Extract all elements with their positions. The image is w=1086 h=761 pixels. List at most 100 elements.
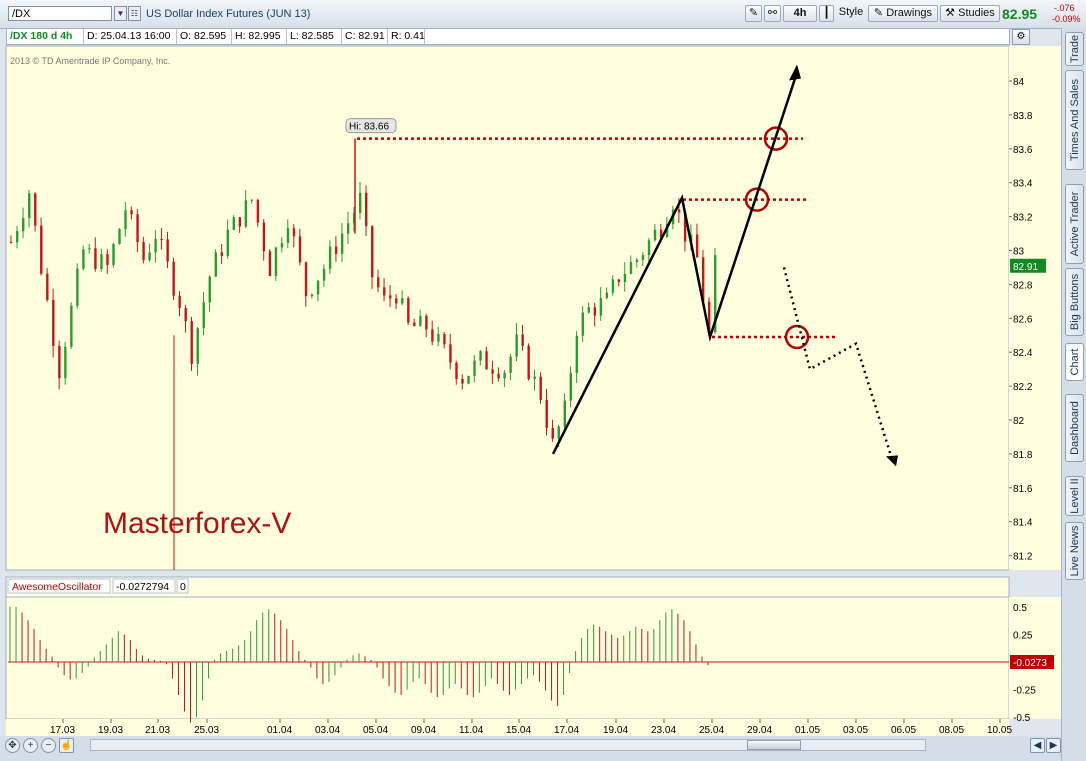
candle-body [238,217,242,227]
cursor-icon[interactable]: ☝ [59,738,74,753]
tab-live-news-label: Live News [1068,525,1081,577]
scroll-right-icon[interactable]: ▶ [1046,738,1061,753]
candle-body [473,360,476,376]
time-tick-label: 23.04 [651,725,676,736]
candle-body [214,252,217,277]
price-panel [5,45,1010,571]
price-tick-label: 83.8 [1013,111,1033,122]
time-tick-label: 25.03 [194,725,219,736]
candle-body [358,192,362,213]
candle-body [593,307,597,316]
candle-body [130,210,133,215]
scrollbar-thumb[interactable] [747,740,801,750]
candle-body [563,400,566,427]
candle-body [160,238,163,240]
price-chart[interactable]: AwesomeOscillator -0.0272794 0 2013 © TD… [0,0,1061,736]
candle-body [695,234,699,258]
candle-body [539,376,542,400]
tab-trade[interactable]: Trade [1065,32,1084,66]
candle-body [100,254,103,269]
candle-body [34,193,37,226]
price-tick-label: 84 [1013,77,1025,88]
candle-body [148,252,151,261]
candle-body [527,345,530,379]
candle-body [485,351,488,370]
candle-body [256,199,260,223]
candle-body [389,295,392,299]
candle-body [154,238,157,253]
candle-body [88,248,91,250]
price-tick-label: 81.2 [1013,552,1033,563]
time-tick-label: 17.04 [554,725,579,736]
candle-body [533,376,536,379]
candle-body [172,261,175,296]
candle-body [322,268,326,281]
tab-trade-label: Trade [1068,34,1081,64]
zoom-out-icon[interactable]: − [41,738,56,753]
candle-body [232,217,236,230]
candle-body [425,315,428,330]
price-tick-label: 82.6 [1013,314,1033,325]
candle-body [328,246,332,269]
tab-dashboard[interactable]: Dashboard [1065,394,1084,462]
price-tick-label: 81.4 [1013,518,1033,529]
candle-body [280,242,284,248]
candle-body [196,328,199,364]
candle-body [136,214,139,243]
price-tick-label: 82.4 [1013,348,1033,359]
candle-body [383,287,386,296]
candle-body [184,308,187,322]
tab-level-ii[interactable]: Level II [1065,476,1084,516]
candle-body [617,279,621,283]
candle-body [40,225,43,274]
watermark-text: Masterforex-V [103,507,291,540]
zoom-in-icon[interactable]: + [23,738,38,753]
pan-icon[interactable]: ✥ [5,738,20,753]
candle-body [190,321,193,364]
candle-body [124,210,127,230]
tab-active-trader[interactable]: Active Trader [1065,184,1084,264]
candle-body [647,240,651,256]
candle-body [515,334,518,357]
candle-body [16,231,19,243]
price-tick-label: 83.6 [1013,145,1033,156]
candle-body [551,428,554,439]
candle-body [298,236,302,263]
candle-body [587,307,591,313]
candle-body [371,226,374,278]
tab-active-trader-label: Active Trader [1068,191,1081,257]
candle-body [629,261,633,274]
scroll-left-icon[interactable]: ◀ [1030,738,1045,753]
oscillator-extra: 0 [180,581,186,593]
candle-body [365,192,368,227]
tab-times-and-sales[interactable]: Times And Sales [1065,70,1084,170]
candle-body [334,246,338,254]
tab-big-buttons[interactable]: Big Buttons [1065,268,1084,336]
tab-dashboard-label: Dashboard [1068,401,1081,455]
candle-body [76,268,79,306]
candle-body [310,294,314,297]
tab-live-news[interactable]: Live News [1065,522,1084,580]
price-tick-label: 82.8 [1013,280,1033,291]
candle-body [611,279,615,293]
candle-body [641,255,645,260]
time-tick-label: 06.05 [891,725,916,736]
candle-body [461,378,464,384]
candle-body [262,222,266,252]
candle-body [437,334,440,342]
candle-body [46,273,49,300]
candle-body [142,242,145,261]
candle-body [581,312,585,336]
time-tick-label: 10.05 [987,725,1012,736]
tab-chart[interactable]: Chart [1065,343,1084,381]
price-tick-label: 81.8 [1013,450,1033,461]
candle-body [58,345,61,379]
candle-body [413,322,416,327]
sidebar: Trade Times And Sales Active Trader Big … [1061,28,1086,761]
time-tick-label: 21.03 [145,725,170,736]
candle-body [677,209,681,213]
candle-body [286,228,290,243]
hi-label-text: Hi: 83.66 [349,122,389,133]
candle-body [244,200,248,227]
oscillator-value: -0.0272794 [116,581,169,593]
